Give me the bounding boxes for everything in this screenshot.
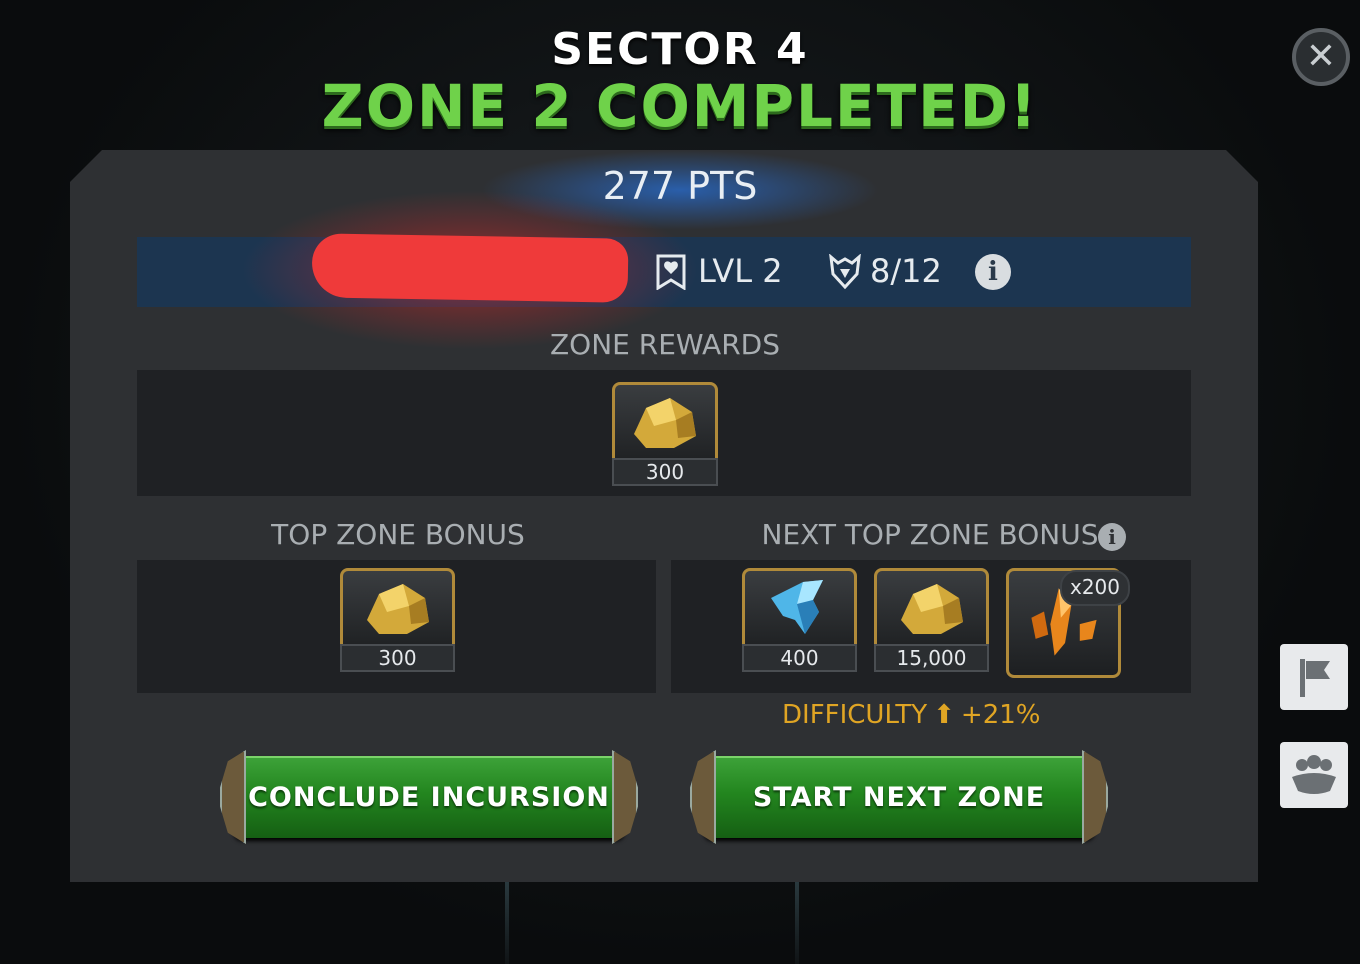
gold-icon [634, 398, 696, 448]
close-icon: ✕ [1305, 36, 1337, 77]
arrow-up-icon: ⬆ [933, 700, 955, 730]
crystal-shard-icon [771, 580, 823, 634]
start-next-zone-button[interactable]: START NEXT ZONE [690, 750, 1108, 844]
difficulty-value: +21% [960, 700, 1041, 730]
reward-qty: 300 [340, 644, 455, 672]
level-label: LVL 2 [698, 252, 783, 290]
gold-icon [367, 584, 429, 634]
redacted-player-name [311, 233, 629, 303]
crest-icon [829, 254, 861, 290]
info-icon[interactable]: i [975, 254, 1011, 290]
flag-icon [1300, 659, 1330, 697]
alliance-icon [1292, 755, 1336, 794]
start-next-zone-label: START NEXT ZONE [752, 781, 1046, 813]
sector-title: SECTOR 4 [551, 24, 809, 75]
quantity-badge: x200 [1060, 570, 1130, 606]
bookmark-icon [656, 254, 686, 290]
zone-completed-title: ZONE 2 COMPLETED! [321, 72, 1039, 140]
zone-rewards-label: ZONE REWARDS [549, 328, 780, 361]
conclude-incursion-button[interactable]: CONCLUDE INCURSION [220, 750, 638, 844]
next-top-zone-bonus-label: NEXT TOP ZONE BONUS [761, 518, 1099, 551]
next-bonus-item-crystal[interactable]: 400 [742, 568, 857, 674]
next-bonus-item-gold[interactable]: 15,000 [874, 568, 989, 674]
reward-qty: 400 [742, 644, 857, 672]
gold-icon [901, 584, 963, 634]
top-zone-bonus-label: TOP ZONE BONUS [271, 518, 525, 551]
top-bonus-item-gold[interactable]: 300 [340, 568, 455, 674]
reward-qty: 15,000 [874, 644, 989, 672]
info-icon[interactable]: i [1098, 523, 1126, 551]
alliance-button[interactable] [1280, 742, 1348, 808]
background-crack [505, 880, 509, 964]
conclude-incursion-label: CONCLUDE INCURSION [248, 781, 610, 813]
zone-progress: 8/12 [870, 252, 942, 290]
reward-qty: 300 [612, 458, 718, 486]
background-crack [795, 880, 799, 964]
close-button[interactable]: ✕ [1292, 28, 1350, 86]
reward-item-gold[interactable]: 300 [612, 382, 718, 488]
difficulty-label: DIFFICULTY [782, 700, 928, 730]
flag-button[interactable] [1280, 644, 1348, 710]
difficulty-info: DIFFICULTY ⬆ +21% [782, 700, 1041, 730]
